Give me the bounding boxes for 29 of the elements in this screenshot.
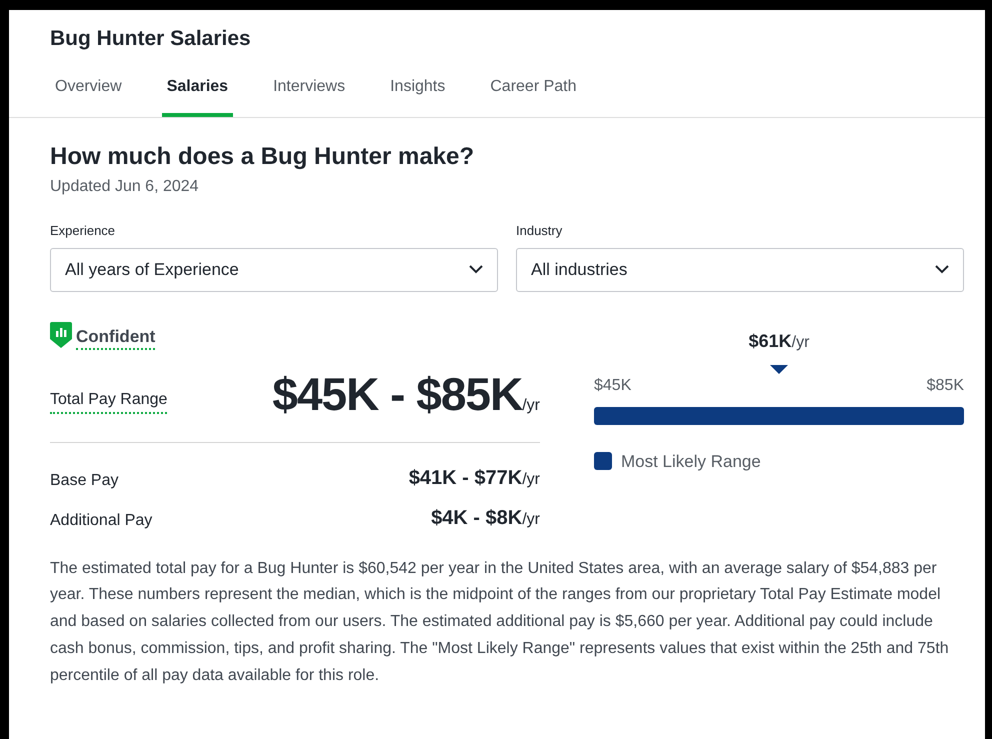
range-max: $85K [926, 376, 964, 396]
median-pay: $61K/yr [748, 330, 810, 352]
filter-dropdown[interactable]: All years of Experience [50, 248, 498, 292]
section-heading: How much does a Bug Hunter make? [50, 142, 476, 172]
chevron-down-icon [935, 265, 949, 274]
legend-swatch [594, 452, 612, 470]
total-pay-label[interactable]: Total Pay Range [50, 388, 168, 414]
tab[interactable]: Overview [50, 73, 127, 117]
median-marker-icon [770, 364, 788, 374]
pay-label: Additional Pay [50, 510, 152, 530]
filter-dropdown[interactable]: All industries [516, 248, 964, 292]
salary-description: The estimated total pay for a Bug Hunter is $60,542 per year in the United States area, with an average salary of $54,883 per year. These numbers represent the median, which is the midpoint of the ranges from our proprietary Total Pay Estimate model and based on salaries collected from our users. The estimated additional pay is $5,660 per year. Additional pay could include cash bonus, commission, tips, and profit sharing. The "Most Likely Range" represents values that exist within the 25th and 75th percentile of all pay data available for this role. [50, 558, 950, 686]
shield-chart-icon [50, 322, 72, 348]
chevron-down-icon [469, 265, 483, 274]
filter-label: Experience [50, 222, 116, 240]
tab[interactable]: Insights [385, 73, 450, 117]
updated-date: Updated Jun 6, 2024 [50, 177, 200, 197]
total-pay-value: $45K - $85K/yr [272, 368, 540, 420]
pay-value: $41K - $77K/yr [408, 466, 540, 490]
pay-label: Base Pay [50, 470, 118, 490]
page-title: Bug Hunter Salaries [50, 26, 252, 52]
confidence-link[interactable]: Confident [76, 322, 156, 350]
tab[interactable]: Salaries [162, 73, 234, 117]
legend-label: Most Likely Range [621, 450, 761, 472]
range-min: $45K [594, 376, 632, 396]
pay-value: $4K - $8K/yr [431, 506, 540, 530]
filter-label: Industry [516, 222, 564, 240]
tab[interactable]: Interviews [268, 73, 350, 117]
tab[interactable]: Career Path [485, 73, 582, 117]
